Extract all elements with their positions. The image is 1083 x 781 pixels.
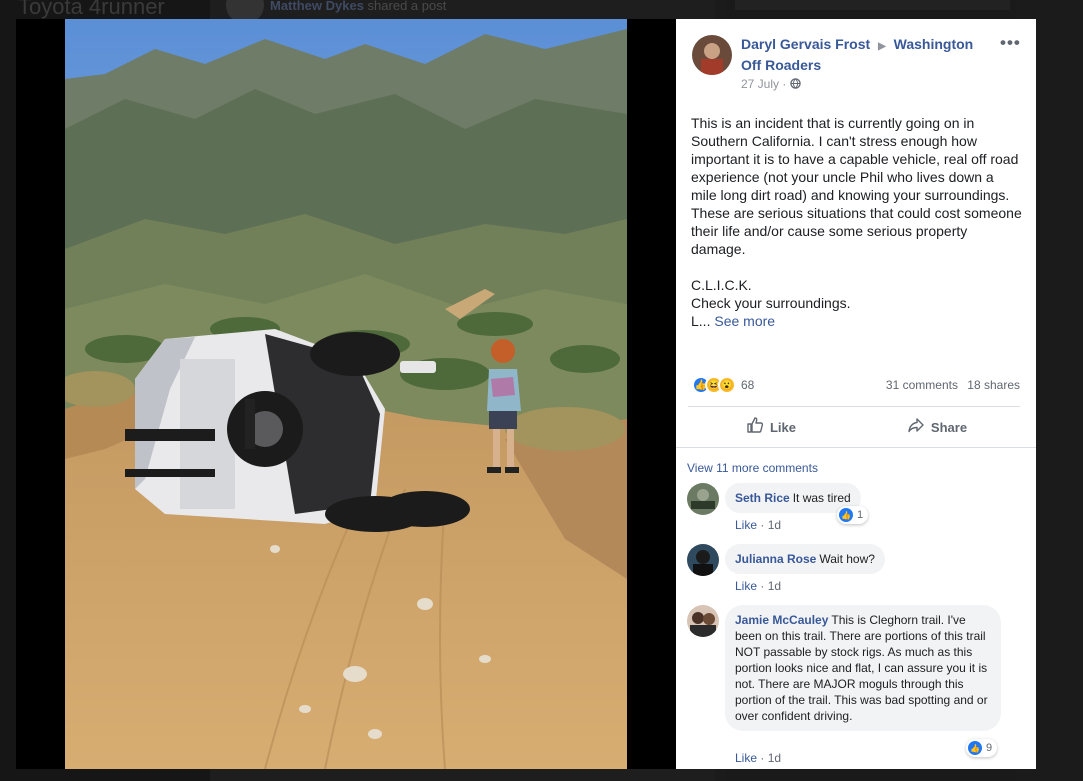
commenter-avatar[interactable] — [687, 605, 719, 637]
post-click-line-1: C.L.I.C.K. — [691, 277, 752, 293]
share-button[interactable]: Share — [854, 408, 1020, 446]
comment-time[interactable]: 1d — [768, 518, 781, 532]
post-detail-panel: Daryl Gervais Frost ▶ Washington Off Roa… — [676, 19, 1036, 769]
post-paragraph: This is an incident that is currently go… — [691, 115, 1022, 257]
comment-like-link[interactable]: Like — [735, 579, 757, 593]
post-photo[interactable] — [65, 19, 627, 769]
see-more-link[interactable]: See more — [714, 313, 775, 329]
comment-reaction-badge[interactable]: 👍 1 — [837, 506, 869, 524]
comment-footer: Like · 1d — [735, 518, 782, 532]
commenter-name-link[interactable]: Seth Rice — [735, 491, 790, 505]
comment-item: Julianna Rose Wait how? Like · 1d — [687, 544, 1027, 594]
post-counts: 31 comments 18 shares — [886, 378, 1020, 392]
view-more-comments-link[interactable]: View 11 more comments — [687, 461, 818, 475]
author-name-link[interactable]: Daryl Gervais Frost — [741, 36, 870, 52]
author-avatar-picture — [692, 35, 732, 75]
reaction-summary[interactable]: 👍 😆 😮 68 — [692, 374, 754, 396]
globe-icon — [789, 77, 801, 91]
commenter-name-link[interactable]: Julianna Rose — [735, 552, 816, 566]
arrow-right-icon: ▶ — [878, 41, 886, 52]
post-actions: Like Share — [688, 408, 1020, 446]
comment-footer: Like · 1d — [735, 751, 782, 765]
comment-item: Seth Rice It was tired 👍 1 Like · 1d — [687, 483, 1027, 533]
share-arrow-icon — [907, 416, 925, 438]
comment-text: This is Cleghorn trail. I've been on thi… — [735, 613, 988, 723]
post-date[interactable]: 27 July — [741, 77, 779, 91]
divider — [688, 406, 1020, 407]
like-reaction-icon: 👍 — [839, 508, 853, 522]
ellipsis-icon[interactable]: ••• — [1000, 33, 1021, 53]
post-text: This is an incident that is currently go… — [691, 114, 1023, 330]
comment-text: Wait how? — [819, 552, 875, 566]
background-shared-text: shared a post — [367, 0, 447, 13]
post-click-line-3: L... See more — [691, 313, 776, 329]
comment-reaction-badge[interactable]: 👍 9 — [966, 739, 998, 757]
background-shared-name: Matthew Dykes — [270, 0, 364, 13]
post-header: Daryl Gervais Frost ▶ Washington Off Roa… — [741, 35, 991, 75]
comment-like-link[interactable]: Like — [735, 518, 757, 532]
comment-bubble: Julianna Rose Wait how? — [725, 544, 885, 574]
comment-item: Jamie McCauley This is Cleghorn trail. I'… — [687, 605, 1027, 769]
comments-section: View 11 more comments Seth Rice It was ti… — [676, 447, 1036, 769]
wow-reaction-icon: 😮 — [718, 376, 736, 394]
comment-text: It was tired — [792, 491, 851, 505]
like-button[interactable]: Like — [688, 408, 854, 446]
share-label: Share — [930, 419, 968, 435]
commenter-avatar[interactable] — [687, 483, 719, 515]
background-shared-line: Matthew Dykes shared a post — [270, 0, 446, 13]
comments-count-link[interactable]: 31 comments — [886, 378, 958, 392]
commenter-name-link[interactable]: Jamie McCauley — [735, 613, 828, 627]
comment-like-link[interactable]: Like — [735, 751, 757, 765]
comment-time[interactable]: 1d — [768, 751, 781, 765]
comment-bubble: Jamie McCauley This is Cleghorn trail. I'… — [725, 605, 1001, 731]
like-label: Like — [769, 419, 796, 435]
commenter-avatar[interactable] — [687, 544, 719, 576]
photo-theater — [16, 19, 676, 769]
author-avatar[interactable] — [692, 35, 732, 75]
reaction-count: 68 — [741, 378, 755, 392]
rollover-scene-illustration — [65, 19, 627, 769]
shares-count-link[interactable]: 18 shares — [967, 378, 1020, 392]
background-right-box — [735, 0, 1010, 10]
like-reaction-icon: 👍 — [968, 741, 982, 755]
comment-footer: Like · 1d — [735, 579, 782, 593]
post-click-line-2: Check your surroundings. — [691, 295, 851, 311]
comment-time[interactable]: 1d — [768, 579, 781, 593]
post-meta: 27 July · — [741, 77, 801, 91]
thumbs-up-icon — [746, 416, 764, 438]
